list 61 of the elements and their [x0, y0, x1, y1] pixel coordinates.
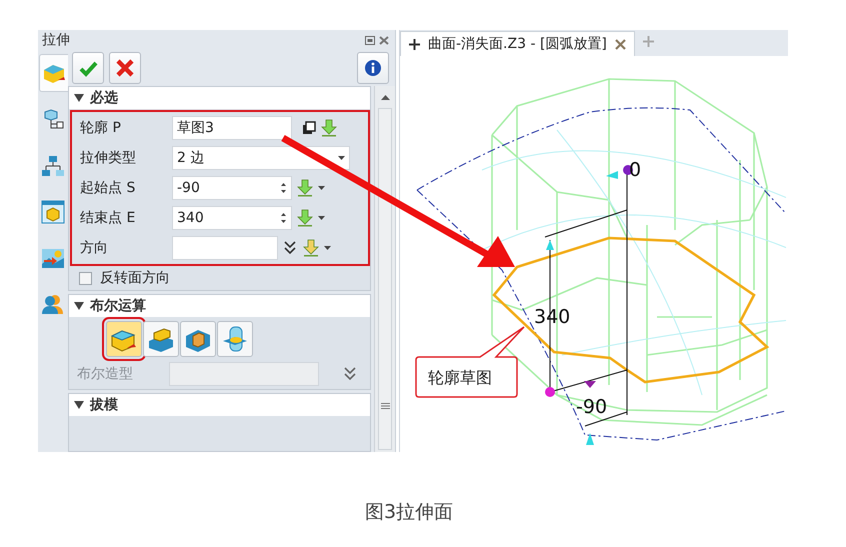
- section-title: 布尔运算: [90, 297, 146, 315]
- close-icon[interactable]: [379, 36, 389, 44]
- restore-icon[interactable]: [365, 36, 375, 44]
- section-header[interactable]: 拔模: [69, 394, 370, 416]
- field-label: 布尔造型: [77, 365, 134, 383]
- download-arrow-icon[interactable]: [302, 239, 320, 257]
- spinner-arrows-icon[interactable]: [280, 182, 287, 194]
- boolean-option-button[interactable]: [217, 321, 253, 357]
- side-tab-icon: [41, 292, 65, 316]
- checkbox-label[interactable]: 反转面方向: [100, 269, 170, 287]
- field-label: 轮廓 P: [80, 119, 122, 137]
- callout-text: 轮廓草图: [428, 368, 492, 387]
- scroll-up-icon[interactable]: [380, 94, 390, 100]
- double-chevron-icon[interactable]: [284, 241, 296, 255]
- field-label: 拉伸类型: [80, 149, 137, 167]
- confirm-button[interactable]: [72, 52, 104, 84]
- section-header[interactable]: 必选: [69, 87, 370, 109]
- collapse-triangle-icon[interactable]: [74, 401, 84, 409]
- dimension-label: 0: [629, 159, 642, 181]
- figure-caption: 图3拉伸面: [364, 500, 454, 525]
- boolean-option-button[interactable]: [180, 321, 216, 357]
- plus-icon: [409, 38, 420, 50]
- side-tab-icon: [41, 246, 65, 270]
- dropdown-field[interactable]: 2 边: [172, 146, 350, 170]
- document-tab[interactable]: 曲面-消失面.Z3 - [圆弧放置]: [400, 31, 635, 56]
- field-label: 结束点 E: [80, 209, 136, 227]
- dropdown-caret-icon[interactable]: [324, 246, 331, 250]
- panel-title: 拉伸: [42, 31, 70, 49]
- field-label: 起始点 S: [80, 179, 136, 197]
- input-field[interactable]: [172, 236, 278, 260]
- dropdown-caret-icon[interactable]: [338, 156, 345, 160]
- number-field[interactable]: 340: [172, 206, 292, 230]
- download-arrow-icon[interactable]: [296, 209, 314, 227]
- collapse-triangle-icon[interactable]: [74, 94, 84, 102]
- dimension-label: -90: [576, 396, 608, 418]
- cancel-button[interactable]: [109, 52, 141, 84]
- field-label: 方向: [80, 239, 109, 257]
- side-tab-icon: [41, 154, 65, 178]
- collapse-triangle-icon[interactable]: [74, 302, 84, 310]
- download-arrow-icon[interactable]: [296, 179, 314, 197]
- cross-icon: [115, 58, 135, 78]
- dropdown-caret-icon[interactable]: [318, 186, 325, 190]
- input-field[interactable]: 草图3: [172, 116, 292, 140]
- section-title: 必选: [90, 89, 118, 107]
- boolean-option-button[interactable]: [143, 321, 179, 357]
- grip-icon[interactable]: [380, 403, 390, 409]
- scrollbar[interactable]: [374, 86, 395, 452]
- dropdown-caret-icon[interactable]: [318, 216, 325, 220]
- close-icon[interactable]: [614, 38, 626, 50]
- document-tab-title: 曲面-消失面.Z3 - [圆弧放置]: [428, 35, 607, 53]
- side-tab-icon: [41, 200, 65, 224]
- section-title: 拔模: [90, 396, 118, 414]
- number-field[interactable]: -90: [172, 176, 292, 200]
- checkbox[interactable]: [79, 272, 92, 284]
- copy-icon[interactable]: [302, 121, 316, 135]
- info-icon: [364, 59, 382, 77]
- info-button[interactable]: [357, 52, 389, 84]
- input-field[interactable]: [169, 362, 319, 386]
- section-header[interactable]: 布尔运算: [69, 295, 370, 317]
- spinner-arrows-icon[interactable]: [280, 212, 287, 224]
- double-chevron-icon[interactable]: [344, 367, 356, 381]
